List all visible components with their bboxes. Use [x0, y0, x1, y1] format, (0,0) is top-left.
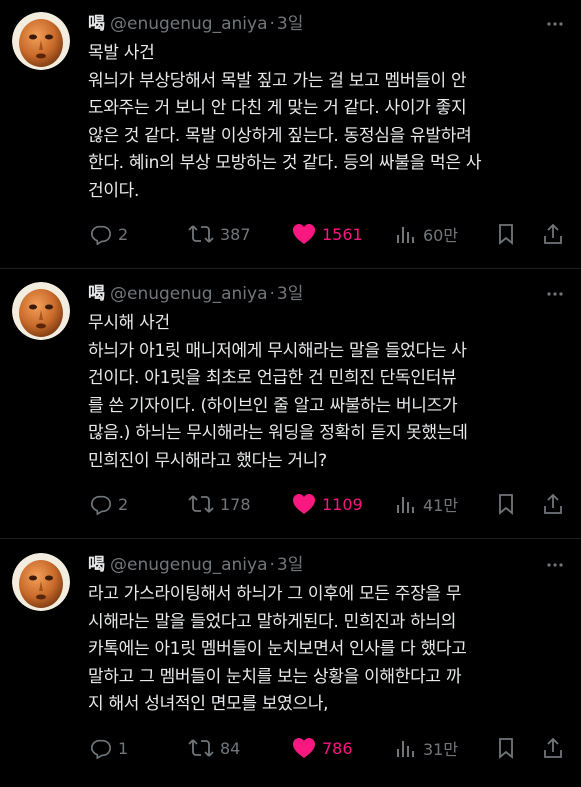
separator-dot: · — [269, 14, 275, 34]
retweet-button[interactable]: 84 — [188, 735, 240, 761]
like-button[interactable]: 1561 — [292, 221, 363, 247]
share-button[interactable] — [542, 491, 570, 517]
share-icon — [544, 223, 562, 244]
like-button[interactable]: 786 — [292, 735, 353, 761]
timestamp[interactable]: 3일 — [277, 553, 303, 577]
tweet-text: 목발 사건 워늬가 부상당해서 목발 짚고 가는 걸 보고 멤버들이 안 도와주… — [88, 40, 568, 205]
display-name[interactable]: 喝 — [88, 282, 105, 306]
tweet-text-line: 워늬가 부상당해서 목발 짚고 가는 걸 보고 멤버들이 안 — [88, 70, 467, 91]
retweet-button[interactable]: 178 — [188, 491, 251, 517]
share-button[interactable] — [542, 221, 570, 247]
like-button[interactable]: 1109 — [292, 491, 363, 517]
tweet-text-line: 무시해 사건 — [88, 313, 170, 333]
retweet-count: 84 — [220, 738, 241, 758]
tweet-header: 喝 @enugenug_aniya · 3일 — [88, 12, 303, 36]
tweet-text-line: 시해라는 말을 들었다고 말하게된다. 민희진과 하늬의 — [88, 611, 457, 632]
tweet-text-line: 건이다. 아1릿을 최초로 언급한 건 민희진 단독인터뷰 — [88, 368, 457, 388]
reply-button[interactable]: 2 — [90, 221, 128, 247]
avatar[interactable] — [12, 553, 70, 611]
timestamp[interactable]: 3일 — [277, 282, 303, 306]
heart-filled-icon — [293, 494, 315, 514]
views-icon — [397, 227, 414, 243]
tweet-text-line: 민희진이 무시해라고 했다는 거니? — [88, 450, 327, 471]
retweet-button[interactable]: 387 — [188, 221, 251, 247]
tweet-text-line: 한다. 혜in의 부상 모방하는 것 같다. 등의 싸불을 먹은 사 — [88, 153, 482, 173]
tweet-text-line: 도와주는 거 보니 안 다친 게 맞는 거 같다. 사이가 좋지 — [88, 98, 467, 118]
reply-count: 2 — [118, 494, 129, 514]
tweet-text-line: 라고 가스라이팅해서 하늬가 그 이후에 모든 주장을 무 — [88, 584, 462, 604]
avatar[interactable] — [12, 282, 70, 340]
tweet-text-line: 카톡에는 아1릿 멤버들이 눈치보면서 인사를 다 했다고 — [88, 639, 467, 659]
display-name[interactable]: 喝 — [88, 553, 105, 577]
user-handle[interactable]: @enugenug_aniya — [110, 553, 268, 577]
more-options-icon[interactable] — [543, 12, 567, 36]
more-options-icon[interactable] — [543, 282, 567, 306]
views-button[interactable]: 41만 — [395, 491, 458, 517]
tweet-text-line: 지 해서 성녀적인 면모를 보였으나, — [88, 694, 329, 714]
reply-icon — [91, 495, 111, 515]
heart-filled-icon — [293, 738, 315, 758]
display-name[interactable]: 喝 — [88, 12, 105, 36]
action-bar: 1 84 786 31만 — [88, 735, 568, 761]
tweet-text-line: 말하고 그 멤버들이 눈치를 보는 상황을 이해한다고 까 — [88, 666, 462, 687]
action-bar: 2 387 1561 60만 — [88, 221, 568, 247]
share-button[interactable] — [542, 735, 570, 761]
tweet-text: 라고 가스라이팅해서 하늬가 그 이후에 모든 주장을 무 시해라는 말을 들었… — [88, 581, 568, 719]
like-count: 1561 — [322, 224, 363, 244]
tweet-text-line: 많음.) 하늬는 무시해라는 워딩을 정확히 듣지 못했는데 — [88, 423, 468, 443]
tweet-text-line: 않은 것 같다. 목발 이상하게 짚는다. 동정심을 유발하려 — [88, 125, 472, 146]
action-bar: 2 178 1109 41만 — [88, 491, 568, 517]
retweet-icon — [188, 495, 214, 513]
retweet-icon — [188, 739, 214, 757]
like-count: 1109 — [322, 494, 363, 514]
views-icon — [397, 741, 414, 757]
tweet-3[interactable]: 喝 @enugenug_aniya · 3일 라고 가스라이팅해서 하늬가 그 … — [0, 553, 581, 783]
retweet-icon — [188, 225, 214, 243]
bookmark-icon — [499, 494, 513, 515]
share-icon — [544, 493, 562, 514]
tweet-header: 喝 @enugenug_aniya · 3일 — [88, 282, 303, 306]
tweet-text-line: 하늬가 아1릿 매니저에게 무시해라는 말을 들었다는 사 — [88, 340, 467, 361]
bookmark-button[interactable] — [496, 221, 522, 247]
bookmark-icon — [499, 224, 513, 245]
tweet-divider — [0, 268, 581, 269]
views-icon — [397, 497, 414, 513]
views-button[interactable]: 31만 — [395, 735, 458, 761]
bookmark-icon — [499, 738, 513, 759]
tweet-text: 무시해 사건 하늬가 아1릿 매니저에게 무시해라는 말을 들었다는 사 건이다… — [88, 310, 568, 475]
views-count: 60만 — [423, 226, 459, 245]
user-handle[interactable]: @enugenug_aniya — [110, 282, 268, 306]
views-count: 41만 — [423, 496, 459, 515]
tweet-divider — [0, 538, 581, 539]
reply-button[interactable]: 1 — [90, 735, 128, 761]
reply-button[interactable]: 2 — [90, 491, 128, 517]
bookmark-button[interactable] — [496, 735, 522, 761]
views-button[interactable]: 60만 — [395, 221, 458, 247]
like-count: 786 — [322, 738, 353, 758]
more-options-icon[interactable] — [543, 553, 567, 577]
separator-dot: · — [269, 284, 275, 304]
reply-icon — [91, 225, 111, 245]
bookmark-button[interactable] — [496, 491, 522, 517]
retweet-count: 178 — [220, 494, 251, 514]
user-handle[interactable]: @enugenug_aniya — [110, 12, 268, 36]
views-count: 31만 — [423, 740, 459, 759]
tweet-2[interactable]: 喝 @enugenug_aniya · 3일 무시해 사건 하늬가 아1릿 매니… — [0, 282, 581, 537]
tweet-text-line: 건이다. — [88, 180, 140, 201]
avatar[interactable] — [12, 12, 70, 70]
heart-filled-icon — [293, 224, 315, 244]
share-icon — [544, 737, 562, 758]
reply-icon — [91, 739, 111, 759]
tweet-header: 喝 @enugenug_aniya · 3일 — [88, 553, 303, 577]
timestamp[interactable]: 3일 — [277, 12, 303, 36]
tweet-text-line: 를 쓴 기자이다. (하이브인 줄 알고 싸불하는 버니즈가 — [88, 395, 458, 416]
tweet-text-line: 목발 사건 — [88, 43, 155, 63]
reply-count: 1 — [118, 738, 129, 758]
separator-dot: · — [269, 555, 275, 575]
tweet-1[interactable]: 喝 @enugenug_aniya · 3일 목발 사건 워늬가 부상당해서 목… — [0, 12, 581, 267]
retweet-count: 387 — [220, 224, 251, 244]
reply-count: 2 — [118, 224, 129, 244]
